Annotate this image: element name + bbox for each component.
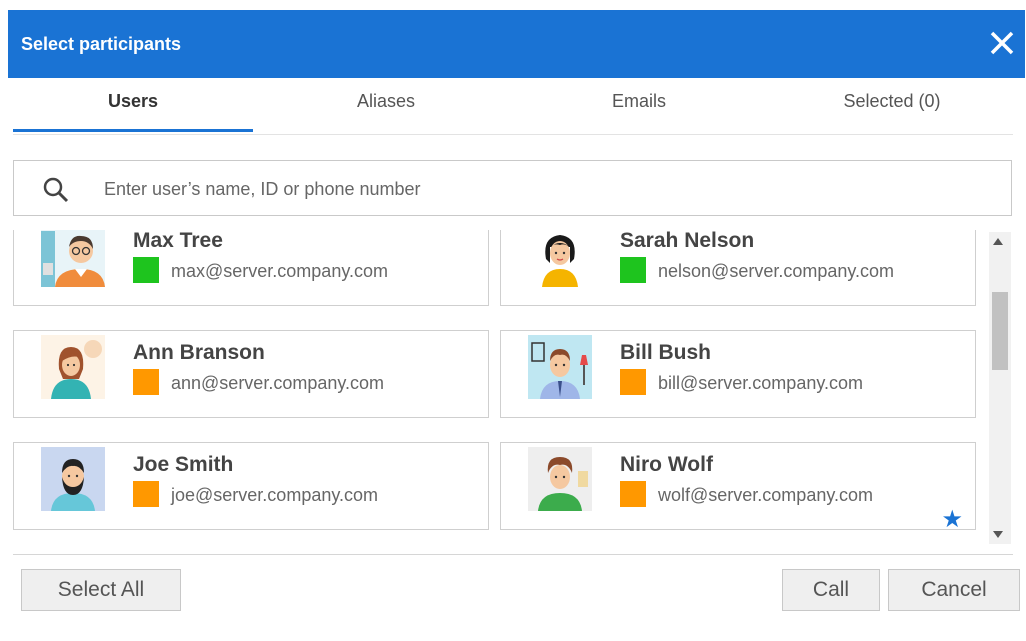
favorite-star-icon[interactable]: ★ [941,505,963,534]
man-with-tie-avatar [528,335,592,399]
tab-users[interactable]: Users [13,86,253,132]
user-email: wolf@server.company.com [658,485,874,505]
search-box [13,160,1012,216]
scroll-up-arrow-icon[interactable] [993,238,1003,245]
user-card[interactable]: Sarah Nelson nelson@server.company.com [500,230,976,306]
user-email: ann@server.company.com [171,373,385,393]
man-with-glasses-avatar [41,230,105,287]
user-list: Max Tree max@server.company.com Sarah Ne… [13,230,1013,542]
user-email: max@server.company.com [171,261,389,281]
user-email: nelson@server.company.com [658,261,895,281]
tab-aliases[interactable]: Aliases [266,86,506,132]
search-icon [43,177,69,203]
select-all-button[interactable]: Select All [21,569,181,611]
status-online-indicator [133,257,159,283]
status-away-indicator [620,369,646,395]
user-card[interactable]: Max Tree max@server.company.com [13,230,489,306]
user-card[interactable]: Joe Smith joe@server.company.com [13,442,489,530]
cancel-button[interactable]: Cancel [888,569,1020,611]
user-name: Niro Wolf [620,453,713,476]
status-away-indicator [133,369,159,395]
user-name: Sarah Nelson [620,230,755,252]
status-online-indicator [620,257,646,283]
woman-with-headset-avatar [528,230,592,287]
user-name: Bill Bush [620,341,712,364]
dialog-titlebar: Select participants [8,10,1025,78]
scrollbar-thumb[interactable] [992,292,1008,370]
user-card[interactable]: Bill Bush bill@server.company.com [500,330,976,418]
user-email: bill@server.company.com [658,373,864,393]
participant-tabs: Users Aliases Emails Selected (0) [13,86,1013,135]
user-name: Ann Branson [133,341,265,364]
call-button[interactable]: Call [782,569,880,611]
bearded-man-avatar [41,447,105,511]
scroll-down-arrow-icon[interactable] [993,531,1003,538]
search-input[interactable] [102,173,986,205]
tab-emails[interactable]: Emails [519,86,759,132]
tab-selected[interactable]: Selected (0) [772,86,1012,132]
user-name: Joe Smith [133,453,234,476]
man-avatar [528,447,592,511]
status-away-indicator [133,481,159,507]
dialog-title: Select participants [21,34,182,54]
status-away-indicator [620,481,646,507]
user-email: joe@server.company.com [171,485,379,505]
user-list-scrollbar[interactable] [989,232,1011,544]
close-icon[interactable] [987,28,1017,58]
user-card[interactable]: Ann Branson ann@server.company.com [13,330,489,418]
user-card[interactable]: Niro Wolf wolf@server.company.com ★ [500,442,976,533]
footer-divider [13,554,1013,555]
user-name: Max Tree [133,230,223,252]
woman-avatar [41,335,105,399]
